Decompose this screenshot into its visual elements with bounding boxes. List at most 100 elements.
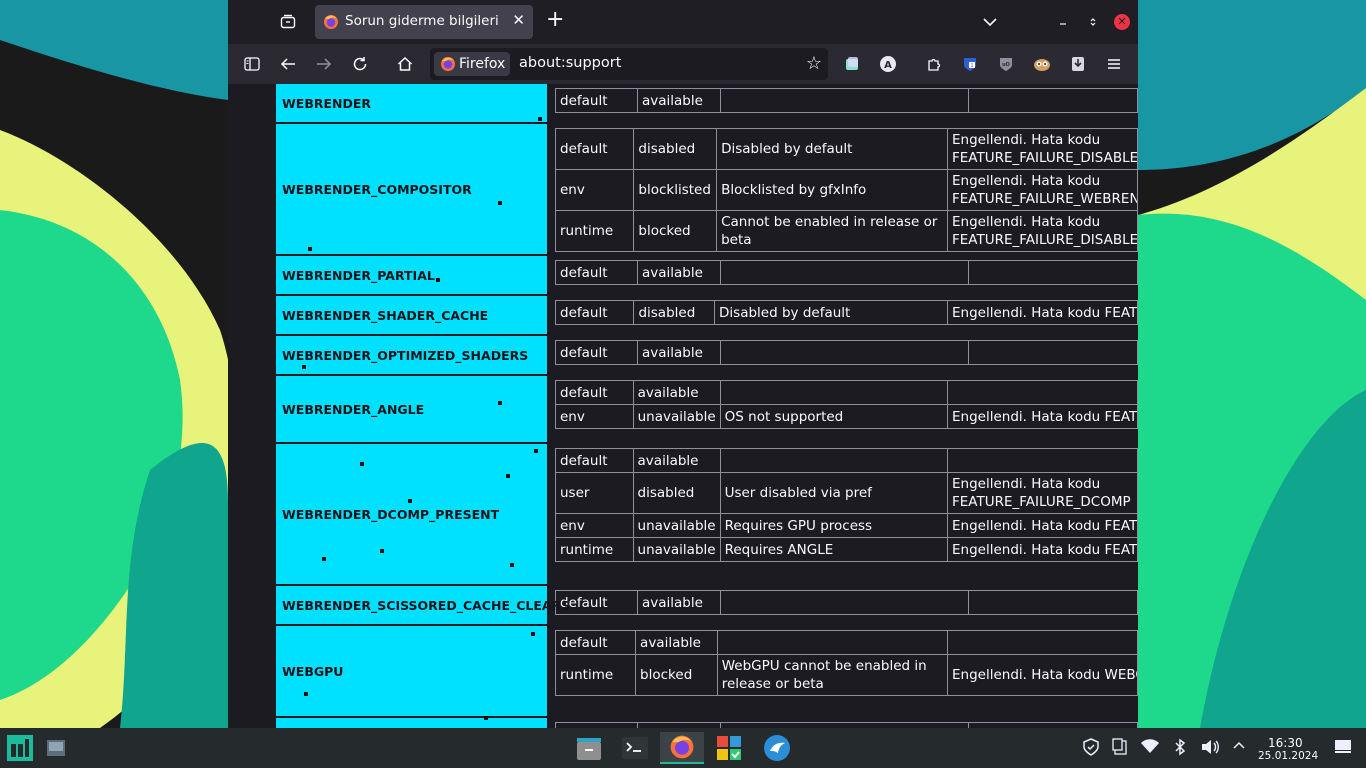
bookmark-star-icon[interactable]: ☆: [806, 53, 822, 74]
status-type: default: [555, 380, 634, 405]
feature-status-cell: defaultavailable: [549, 586, 1138, 624]
firefox-view-icon[interactable]: [274, 8, 302, 36]
status-type: env: [554, 169, 635, 211]
home-icon[interactable]: [391, 50, 419, 78]
feature-status-cell: default disabled Disabled by default Engell…: [549, 296, 1138, 334]
table-row: defaultavailable: [555, 88, 1138, 113]
rendering-artifact-dot: [498, 401, 502, 405]
back-icon[interactable]: [274, 50, 302, 78]
feature-row: X11_EGLdefaultavailable: [276, 716, 1138, 728]
menu-hamburger-icon[interactable]: [1100, 50, 1128, 78]
application-launcher-icon[interactable]: [2, 732, 38, 764]
security-shield-icon[interactable]: [1083, 738, 1099, 760]
extension-tabs-icon[interactable]: [838, 50, 866, 78]
rendering-artifact-dot: [308, 247, 312, 251]
status-message: [720, 260, 969, 285]
failure-message: [968, 340, 1138, 365]
feature-name-label: WEBRENDER_SCISSORED_CACHE_CLEARS: [282, 597, 571, 613]
feature-name: WEBRENDER_PARTIAL: [276, 256, 549, 294]
firefox-logo-icon: [324, 15, 338, 29]
volume-icon[interactable]: [1200, 738, 1220, 760]
firefox-window: Sorun giderme bilgileri ✕ + ✕ Firefox ab…: [228, 0, 1138, 728]
rendering-artifact-dot: [322, 557, 326, 561]
reload-icon[interactable]: [346, 50, 374, 78]
status-type: env: [555, 404, 634, 429]
feature-status-cell: defaultavailable: [549, 336, 1138, 374]
failure-message: [947, 448, 1138, 473]
status-type: runtime: [555, 537, 634, 562]
failure-message: Engellendi. Hata kodu WEBGPU: [947, 654, 1138, 696]
status-value: available: [637, 260, 721, 285]
list-all-tabs-icon[interactable]: [980, 12, 1000, 32]
notifications-icon[interactable]: [1334, 738, 1352, 758]
feature-status-table: default disabled Disabled by default Engell…: [554, 128, 1138, 252]
failure-message: [968, 260, 1138, 285]
maximize-icon[interactable]: [1083, 12, 1103, 32]
tab-bar: Sorun giderme bilgileri ✕ + ✕: [228, 0, 1138, 44]
feature-name-label: WEBRENDER_OPTIMIZED_SHADERS: [282, 347, 529, 363]
terminal-icon[interactable]: [617, 732, 653, 764]
minimize-icon[interactable]: [1053, 12, 1073, 32]
table-row: defaultavailable: [554, 630, 1138, 655]
close-tab-icon[interactable]: ✕: [512, 11, 525, 29]
url-text[interactable]: about:support: [519, 55, 621, 71]
feature-name-label: WEBRENDER_PARTIAL: [282, 267, 435, 283]
file-manager-icon[interactable]: [571, 732, 607, 764]
close-window-icon[interactable]: ✕: [1114, 14, 1130, 30]
status-message: [720, 88, 969, 113]
rendering-artifact-dot: [302, 365, 306, 369]
taskbar-firefox[interactable]: [660, 732, 704, 764]
bluetooth-icon[interactable]: [1174, 738, 1186, 760]
status-value: available: [635, 630, 718, 655]
extensions-puzzle-icon[interactable]: [920, 50, 948, 78]
feature-name: WEBRENDER_DCOMP_PRESENT: [276, 444, 549, 584]
status-type: runtime: [554, 210, 635, 252]
clipboard-icon[interactable]: [1112, 738, 1128, 760]
ublock-origin-icon[interactable]: uO: [992, 50, 1020, 78]
show-desktop-icon[interactable]: [38, 732, 74, 764]
url-bar[interactable]: Firefox about:support ☆: [430, 48, 828, 80]
failure-message: Engellendi. Hata kodu FEATURE_FAILURE_DI…: [947, 210, 1138, 252]
status-type: default: [555, 340, 638, 365]
wifi-icon[interactable]: [1140, 738, 1160, 758]
table-row: runtime unavailable Requires ANGLE Engellen…: [555, 537, 1138, 562]
software-center-icon[interactable]: [711, 732, 747, 764]
status-type: default: [554, 300, 635, 325]
feature-status-table: defaultavailable: [555, 260, 1138, 285]
identity-label: Firefox: [459, 56, 506, 72]
feature-name-label: WEBRENDER_SHADER_CACHE: [282, 307, 489, 323]
feature-name: WEBRENDER_OPTIMIZED_SHADERS: [276, 336, 549, 374]
forward-icon[interactable]: [310, 50, 338, 78]
sidebar-icon[interactable]: [238, 50, 266, 78]
table-row: defaultavailable: [555, 590, 1138, 615]
status-message: Disabled by default: [716, 128, 948, 170]
tray-expand-icon[interactable]: [1232, 738, 1246, 758]
tab-troubleshooting[interactable]: Sorun giderme bilgileri ✕: [315, 5, 533, 39]
feature-status-table: default disabled Disabled by default Engell…: [554, 300, 1138, 325]
status-message: OS not supported: [719, 404, 949, 429]
status-value: unavailable: [632, 513, 721, 538]
status-message: [720, 340, 969, 365]
status-value: available: [632, 448, 721, 473]
clock-date[interactable]: 25.01.2024: [1258, 750, 1318, 762]
extension-owl-icon[interactable]: [1028, 50, 1056, 78]
identity-box[interactable]: Firefox: [434, 52, 510, 76]
status-value: available: [637, 340, 721, 365]
downloads-icon[interactable]: [1064, 50, 1092, 78]
app-bird-icon[interactable]: [759, 732, 795, 764]
feature-status-cell: defaultavailable: [549, 84, 1138, 122]
svg-text:A: A: [884, 60, 892, 71]
status-type: default: [555, 448, 634, 473]
status-type: default: [555, 260, 638, 285]
failure-message: Engellendi. Hata kodu FEATURE: [947, 404, 1138, 429]
feature-status-cell: defaultavailable: [549, 718, 1138, 728]
feature-row: WEBRENDER_PARTIAL default available: [276, 256, 1138, 296]
clock-time[interactable]: 16:30: [1268, 736, 1303, 750]
privacy-badger-icon[interactable]: 1: [956, 50, 984, 78]
feature-status-cell: default disabled Disabled by default Engell…: [549, 124, 1138, 254]
status-message: Disabled by default: [714, 300, 948, 325]
status-value: unavailable: [632, 537, 721, 562]
table-row: runtime blocked Cannot be enabled in relea…: [554, 210, 1138, 252]
new-tab-button[interactable]: +: [546, 8, 564, 32]
translate-extension-icon[interactable]: A: [874, 50, 902, 78]
